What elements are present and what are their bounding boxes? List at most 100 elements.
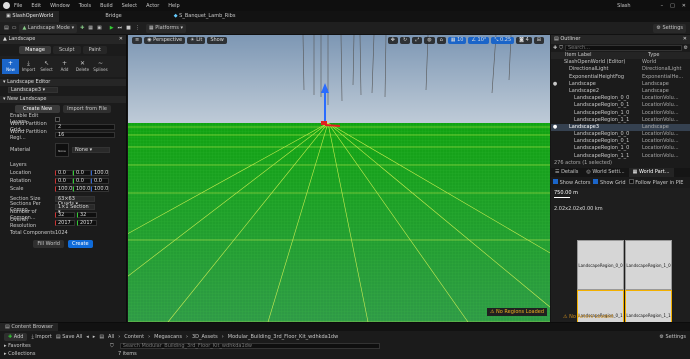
menu-tools[interactable]: Tools (79, 3, 91, 9)
settings-button[interactable]: ⚙ Settings (653, 23, 686, 33)
tool-delete[interactable]: ✕ Delete (74, 59, 91, 74)
components-x-input[interactable]: 32 (55, 212, 75, 218)
visibility-toggle[interactable] (551, 59, 559, 66)
outliner-row[interactable]: ● Landscape3 Landscape (551, 123, 690, 132)
platforms-dropdown[interactable]: ▦ Platforms ▾ (145, 23, 187, 33)
menu-select[interactable]: Select (122, 3, 137, 9)
tab-sculpt[interactable]: Sculpt (52, 46, 81, 54)
outliner-row[interactable]: LandscapeRegion_0_1 LocationVolu... (551, 102, 690, 109)
scale-icon[interactable]: ⤢ (412, 36, 423, 44)
content-search-input[interactable]: Search Modular_Building_3rd_Floor_Kit_wd… (119, 343, 380, 349)
create-button[interactable]: Create (67, 240, 93, 248)
outliner-row[interactable]: LandscapeRegion_1_0 LocationVolu... (551, 145, 690, 152)
menu-actor[interactable]: Actor (146, 3, 159, 9)
eye-icon[interactable]: ● (551, 81, 559, 88)
outliner-row[interactable]: DirectionalLight DirectionalLight (551, 66, 690, 73)
partition-map[interactable]: 750.00 m 2.02x2.02x0.00 km LandscapeRegi… (551, 188, 690, 340)
menu-help[interactable]: Help (168, 3, 179, 9)
maximize-icon[interactable]: □ (670, 3, 675, 9)
show-button[interactable]: Show (207, 36, 227, 44)
landscape-editor-section[interactable]: ▾ Landscape Editor (0, 79, 126, 86)
grid-size-input[interactable]: 2 (55, 124, 115, 130)
world-local-icon[interactable]: ◍ (424, 36, 435, 44)
rotation-x-input[interactable]: 0.0 (55, 178, 73, 184)
material-select[interactable]: None ▾ (72, 147, 110, 153)
menu-window[interactable]: Window (50, 3, 70, 9)
save-all-button[interactable]: ▤ Save All (56, 334, 82, 340)
show-actors-toggle[interactable]: Show Actors (553, 179, 590, 186)
maximize-viewport-icon[interactable]: ⊞ (533, 36, 544, 44)
cinematics-icon[interactable]: ▣ (97, 25, 102, 31)
region-size-input[interactable]: 16 (55, 132, 115, 138)
section-size-select[interactable]: 63×63 Quads ▾ (55, 196, 95, 207)
stop-icon[interactable]: ■ (126, 25, 131, 31)
location-x-input[interactable]: 0.0 (55, 170, 73, 176)
col-type[interactable]: Type (648, 52, 659, 59)
menu-build[interactable]: Build (100, 3, 113, 9)
breadcrumb-item[interactable]: Content (124, 334, 144, 340)
add-filter-icon[interactable]: ✚ (553, 45, 557, 51)
enable-edit-layers-checkbox[interactable] (55, 116, 60, 122)
create-new-button[interactable]: Create New (15, 105, 61, 113)
visibility-toggle[interactable] (551, 88, 559, 95)
landscape-editor-select[interactable]: Landscape3 ▾ (8, 87, 58, 93)
breadcrumb-item[interactable]: Modular_Building_3rd_Floor_Kit_wdhkda1dw (228, 334, 338, 340)
map-cell[interactable]: LandscapeRegion_1_0 (625, 240, 672, 290)
minimize-icon[interactable]: – (661, 3, 664, 9)
outliner-search-input[interactable]: Search... (564, 45, 682, 51)
add-actor-icon[interactable]: ✚ (80, 25, 84, 31)
rotation-snap-button[interactable]: ∠ 10° (468, 36, 490, 44)
collections-section[interactable]: ▸ Collections (4, 351, 112, 357)
visibility-toggle[interactable] (551, 102, 559, 109)
menu-edit[interactable]: Edit (31, 3, 41, 9)
tool-splines[interactable]: ~ Splines (92, 59, 109, 74)
fill-world-button[interactable]: Fill World (33, 240, 64, 248)
breadcrumb-item[interactable]: All (108, 334, 114, 340)
forward-icon[interactable]: ▸ (93, 334, 96, 340)
rotate-icon[interactable]: ↻ (399, 36, 411, 44)
filter-icon[interactable]: ⛉ (559, 45, 563, 51)
eye-icon[interactable]: ● (551, 124, 559, 131)
visibility-toggle[interactable] (551, 110, 559, 117)
translate-icon[interactable]: ✥ (387, 36, 398, 44)
sections-per-component-select[interactable]: 1×1 Section ▾ (55, 204, 95, 215)
perspective-button[interactable]: ◉ Perspective (144, 36, 186, 44)
visibility-toggle[interactable] (551, 74, 559, 81)
material-thumbnail[interactable]: None (55, 143, 69, 157)
import-button[interactable]: ⤓ Import (31, 334, 51, 340)
breadcrumb-item[interactable]: Megascans (154, 334, 182, 340)
resolution-x-input[interactable]: 2017 (55, 220, 75, 226)
unreal-logo-icon[interactable] (3, 2, 10, 9)
visibility-toggle[interactable] (551, 145, 559, 152)
outliner-row[interactable]: LandscapeRegion_1_1 LocationVolu... (551, 117, 690, 124)
tab-asset[interactable]: ◆ S_Banquet_Lamb_Ribs (168, 11, 242, 22)
surface-snap-icon[interactable]: ⌂ (436, 36, 446, 44)
mode-dropdown[interactable]: ▲ Landscape Mode ▾ (19, 23, 78, 33)
tool-new[interactable]: + New (2, 59, 19, 74)
scale-x-input[interactable]: 100.0 (55, 186, 73, 192)
level-viewport[interactable]: ≡ ◉ Perspective ☀ Lit Show ✥ ↻ ⤢ ◍ ⌂ ▦ 1… (128, 35, 550, 322)
rotation-y-input[interactable]: 0.0 (73, 178, 91, 184)
viewport-menu-button[interactable]: ≡ (132, 36, 143, 44)
grid-snap-button[interactable]: ▦ 10 (447, 36, 467, 44)
follow-player-toggle[interactable]: Follow Player in PIE (628, 179, 683, 186)
save-icon[interactable]: ▤ (4, 25, 9, 31)
filter-icon[interactable]: ⛉ (110, 343, 114, 349)
outliner-row[interactable]: LandscapeRegion_0_0 LocationVolu... (551, 95, 690, 102)
blueprint-icon[interactable]: ▦ (88, 25, 93, 31)
show-grid-toggle[interactable]: Show Grid (593, 179, 626, 186)
outliner-row[interactable]: LandscapeRegion_0_0 LocationVolu... (551, 131, 690, 138)
back-icon[interactable]: ◂ (86, 334, 89, 340)
outliner-row[interactable]: ExponentialHeightFog ExponentialHe... (551, 74, 690, 81)
add-button[interactable]: ✚ Add (4, 332, 28, 341)
import-from-file-button[interactable]: Import from File (63, 105, 111, 113)
close-outliner-icon[interactable]: ✕ (683, 35, 687, 44)
location-y-input[interactable]: 0.0 (73, 170, 91, 176)
scale-y-input[interactable]: 100.0 (73, 186, 91, 192)
layers-row[interactable]: Layers (0, 161, 126, 169)
outliner-row[interactable]: Landscape2 Landscape (551, 88, 690, 95)
outliner-row[interactable]: LandscapeRegion_1_1 LocationVolu... (551, 153, 690, 160)
tab-details[interactable]: ☰ Details (551, 168, 582, 177)
resolution-y-input[interactable]: 2017 (77, 220, 97, 226)
tool-add[interactable]: + Add (56, 59, 73, 74)
